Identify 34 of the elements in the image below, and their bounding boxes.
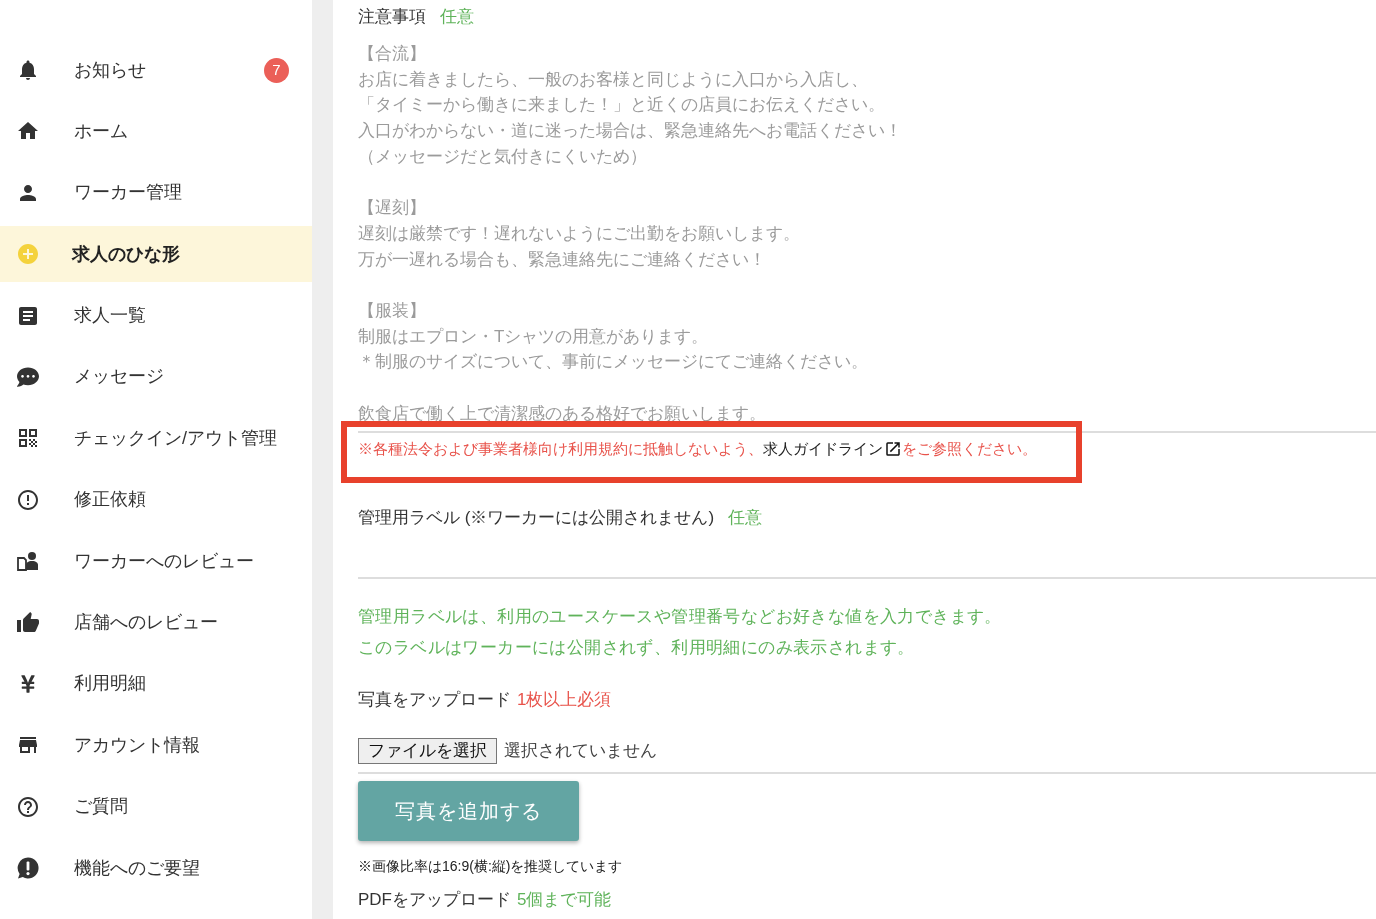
note-line: 万が一遅れる場合も、緊急連絡先にご連絡ください！ [358,248,766,271]
external-link-icon [884,440,902,458]
file-status-text: 選択されていません [504,740,657,762]
sidebar-item[interactable]: 求人のひな形 [0,226,312,283]
note-line: 入口がわからない・道に迷った場合は、緊急連絡先へお電話ください！ [358,120,902,143]
note-line: 遅刻は厳禁です！遅れないようにご出勤をお願いします。 [358,222,800,245]
note-line: 【合流】 [358,43,426,65]
note-line: 【服装】 [358,300,426,322]
notes-textarea[interactable] [358,41,1376,433]
note-line: ＊制服のサイズについて、事前にメッセージにてご連絡ください。 [358,351,868,374]
optional-tag: 任意 [728,505,763,531]
note-line: 飲食店で働く上で清潔感のある格好でお願いします。 [358,402,766,425]
note-line: （メッセージだと気付きにくいため） [358,145,647,168]
field-label: 注意事項 [358,6,426,29]
notice-text: ※各種法令および事業者様向け利用規約に抵触しないよう、求人ガイドライン をご参照ください。 [358,437,1376,461]
note-line: 制服はエプロン・Tシャツの用意があります。 [358,325,709,348]
note-line: お店に着きましたら、一般のお客様と同じように入口から入店し、 [358,68,868,91]
help-text: 管理用ラベルは、利用のユースケースや管理番号などお好きな値を入力できます。 [358,606,1002,628]
field-label: 写真をアップロード [358,689,511,712]
help-text: このラベルはワーカーには公開されず、利用明細にのみ表示されます。 [358,637,915,659]
field-label: 管理用ラベル (※ワーカーには公開されません) [358,507,715,530]
note-line: 【遅刻】 [358,197,426,220]
guideline-link[interactable]: 求人ガイドライン [763,437,902,461]
optional-tag: 任意 [440,4,474,30]
required-tag: 1枚以上必須 [517,687,612,713]
choose-file-button[interactable]: ファイルを選択 [358,738,497,764]
chat-icon [16,365,40,388]
image-ratio-note: ※画像比率は16:9(横:縦)を推奨しています [358,857,623,876]
optional-tag: 5個まで可能 [517,887,612,913]
unread-count: 7 [264,57,289,83]
field-label: PDFをアップロード [358,889,511,912]
note-line: 「タイミーから働きに来ました！」と近くの店員にお伝えください。 [358,94,885,117]
thumbs-up-icon [16,610,40,635]
person-document-icon [16,549,40,574]
